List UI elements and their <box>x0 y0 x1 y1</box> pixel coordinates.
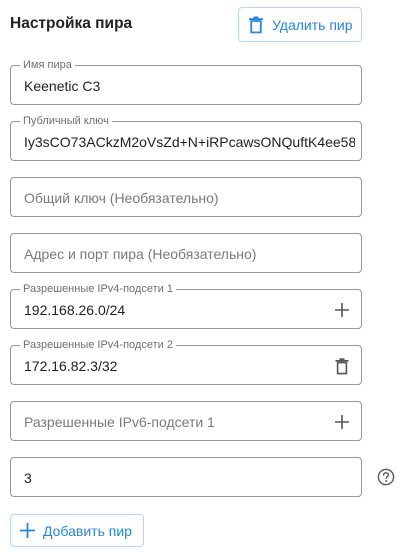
add-ipv4-subnet-button[interactable] <box>332 300 352 320</box>
delete-peer-button[interactable]: Удалить пир <box>238 7 362 42</box>
trash-icon <box>249 16 263 33</box>
shared-key-field[interactable]: Общий ключ (Необязательно) <box>10 177 362 217</box>
add-ipv6-subnet-button[interactable] <box>332 412 352 432</box>
add-peer-label: Добавить пир <box>43 522 132 539</box>
allowed-ipv4-field-1[interactable]: Разрешенные IPv4-подсети 1 192.168.26.0/… <box>10 282 362 329</box>
allowed-ipv4-field-2[interactable]: Разрешенные IPv4-подсети 2 172.16.82.3/3… <box>10 338 362 385</box>
keepalive-field[interactable]: 3 <box>10 457 362 497</box>
keepalive-value: 3 <box>24 470 32 486</box>
public-key-value: Iy3sCO73ACkzM2oVsZd+N+iRPcawsONQuftK4ee5… <box>24 134 355 150</box>
remove-ipv4-subnet-button[interactable] <box>332 356 352 376</box>
plus-icon <box>20 523 35 538</box>
delete-peer-label: Удалить пир <box>272 16 353 33</box>
peer-name-label: Имя пира <box>20 58 75 72</box>
shared-key-placeholder: Общий ключ (Необязательно) <box>24 190 219 206</box>
allowed-ipv6-placeholder-1: Разрешенные IPv6-подсети 1 <box>24 414 215 430</box>
question-circle-icon[interactable] <box>377 468 395 486</box>
plus-icon <box>335 415 349 429</box>
plus-icon <box>335 303 349 317</box>
allowed-ipv4-label-1: Разрешенные IPv4-подсети 1 <box>20 282 176 296</box>
public-key-field[interactable]: Публичный ключ Iy3sCO73ACkzM2oVsZd+N+iRP… <box>10 114 362 161</box>
add-peer-button[interactable]: Добавить пир <box>10 514 144 547</box>
trash-icon <box>335 357 349 374</box>
allowed-ipv6-field-1[interactable]: Разрешенные IPv6-подсети 1 <box>10 401 362 441</box>
peer-name-value: Keenetic C3 <box>24 78 101 94</box>
page-title: Настройка пира <box>10 15 133 32</box>
allowed-ipv4-label-2: Разрешенные IPv4-подсети 2 <box>20 338 176 352</box>
peer-name-field[interactable]: Имя пира Keenetic C3 <box>10 58 362 105</box>
public-key-label: Публичный ключ <box>20 114 112 128</box>
peer-address-field[interactable]: Адрес и порт пира (Необязательно) <box>10 233 362 273</box>
allowed-ipv4-value-1: 192.168.26.0/24 <box>24 302 126 318</box>
peer-settings-header: Настройка пира Удалить пир <box>10 7 362 43</box>
peer-address-placeholder: Адрес и порт пира (Необязательно) <box>24 246 257 262</box>
allowed-ipv4-value-2: 172.16.82.3/32 <box>24 358 118 374</box>
